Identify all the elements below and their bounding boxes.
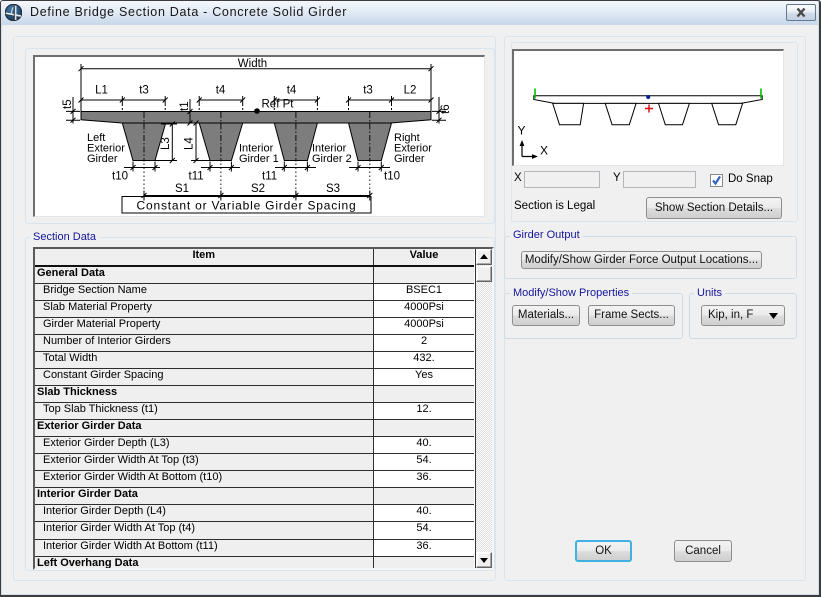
svg-text:Width: Width [238,58,267,70]
svg-text:S2: S2 [251,183,265,195]
svg-text:L2: L2 [404,85,417,97]
svg-text:Girder 2: Girder 2 [312,153,352,165]
svg-text:Girder: Girder [87,153,118,165]
svg-text:Ref Pt: Ref Pt [262,99,295,111]
svg-text:Girder 1: Girder 1 [239,153,279,165]
svg-text:t3: t3 [139,85,149,97]
svg-text:Girder: Girder [394,153,425,165]
svg-text:L1: L1 [95,85,108,97]
svg-text:t5: t5 [62,99,74,109]
svg-text:t11: t11 [189,171,204,183]
svg-text:Constant or Variable Girder Sp: Constant or Variable Girder Spacing [137,199,357,213]
svg-text:t10: t10 [112,171,128,183]
svg-text:L3: L3 [160,137,172,150]
svg-text:t4: t4 [216,85,226,97]
svg-text:t1: t1 [179,101,191,111]
svg-text:t6: t6 [440,104,452,114]
svg-text:t10: t10 [384,171,400,183]
svg-text:Y: Y [518,124,526,138]
svg-text:t3: t3 [363,85,373,97]
svg-text:S1: S1 [175,183,189,195]
svg-text:L4: L4 [184,137,196,150]
svg-text:t11: t11 [262,171,277,183]
svg-text:X: X [540,144,548,158]
svg-text:t4: t4 [287,85,297,97]
svg-text:S3: S3 [326,183,340,195]
